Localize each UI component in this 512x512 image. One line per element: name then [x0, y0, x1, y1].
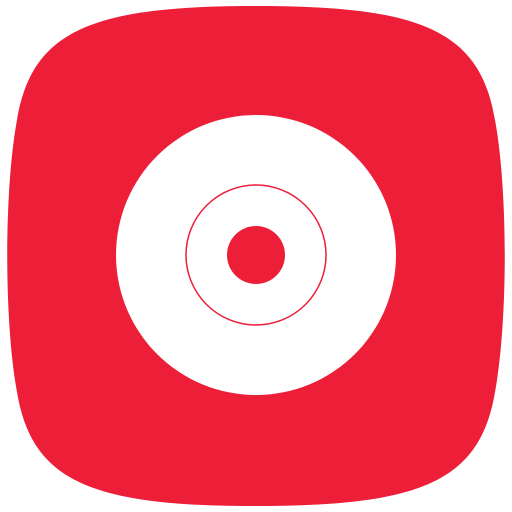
- app-icon[interactable]: [0, 0, 512, 512]
- disc-app-icon-svg: [7, 6, 505, 506]
- center-hub: [227, 226, 285, 284]
